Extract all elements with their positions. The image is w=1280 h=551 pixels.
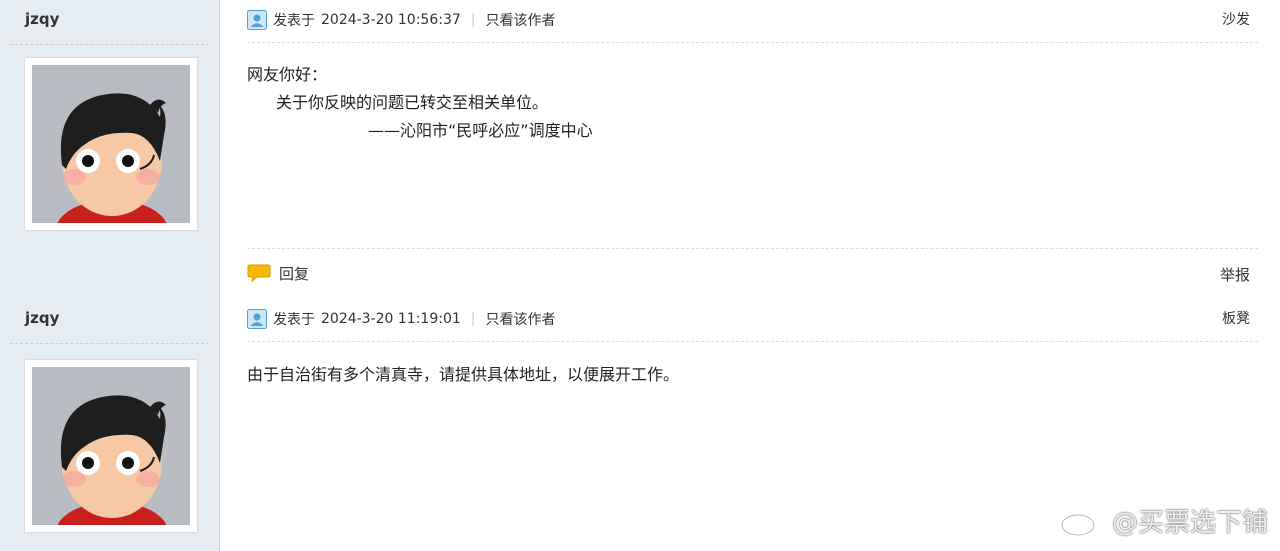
author-sidebar: jzqy [0, 0, 220, 299]
only-author-link[interactable]: 只看该作者 [486, 10, 556, 30]
avatar-image [32, 367, 190, 525]
content-line: 由于自治街有多个清真寺，请提供具体地址，以便展开工作。 [247, 365, 680, 384]
sidebar-divider [10, 343, 209, 344]
meta-divider [247, 42, 1258, 43]
user-icon [247, 309, 267, 329]
posted-time: 2024-3-20 10:56:37 [321, 12, 461, 28]
post-meta: 发表于 2024-3-20 10:56:37 | 只看该作者 [247, 8, 556, 32]
reply-button[interactable]: 回复 [247, 261, 309, 285]
post-content: 网友你好： 关于你反映的问题已转交至相关单位。 ——沁阳市“民呼必应”调度中心 [247, 61, 593, 145]
user-icon [247, 10, 267, 30]
speech-bubble-icon [247, 264, 271, 283]
avatar[interactable] [25, 58, 197, 230]
post-meta: 发表于 2024-3-20 11:19:01 | 只看该作者 [247, 307, 556, 331]
footer-divider [247, 248, 1258, 249]
author-username[interactable]: jzqy [25, 10, 59, 28]
avatar-image [32, 65, 190, 223]
report-link[interactable]: 举报 [1220, 264, 1250, 285]
only-author-link[interactable]: 只看该作者 [486, 309, 556, 329]
post-1: jzqy 发表于 2024-3-20 10:56:37 | 只看该作者 沙发 网… [0, 0, 1280, 299]
watermark: @买票选下铺 [1060, 502, 1268, 539]
reply-label: 回复 [279, 264, 310, 283]
sidebar-divider [10, 44, 209, 45]
floor-label[interactable]: 板凳 [1222, 308, 1250, 328]
avatar[interactable] [25, 360, 197, 532]
content-line: 关于你反映的问题已转交至相关单位。 [276, 93, 549, 112]
author-username[interactable]: jzqy [25, 309, 59, 327]
meta-divider [247, 341, 1258, 342]
post-content: 由于自治街有多个清真寺，请提供具体地址，以便展开工作。 [247, 361, 679, 389]
posted-prefix: 发表于 [273, 13, 315, 29]
watermark-text: @买票选下铺 [1111, 508, 1268, 538]
weibo-logo-icon [1060, 509, 1104, 536]
content-line: 网友你好： [247, 65, 328, 84]
separator: | [470, 311, 476, 327]
posted-time: 2024-3-20 11:19:01 [321, 311, 461, 327]
author-sidebar: jzqy [0, 299, 220, 551]
floor-label[interactable]: 沙发 [1222, 9, 1250, 29]
separator: | [470, 12, 476, 28]
content-line: ——沁阳市“民呼必应”调度中心 [368, 121, 593, 140]
posted-prefix: 发表于 [273, 312, 315, 328]
